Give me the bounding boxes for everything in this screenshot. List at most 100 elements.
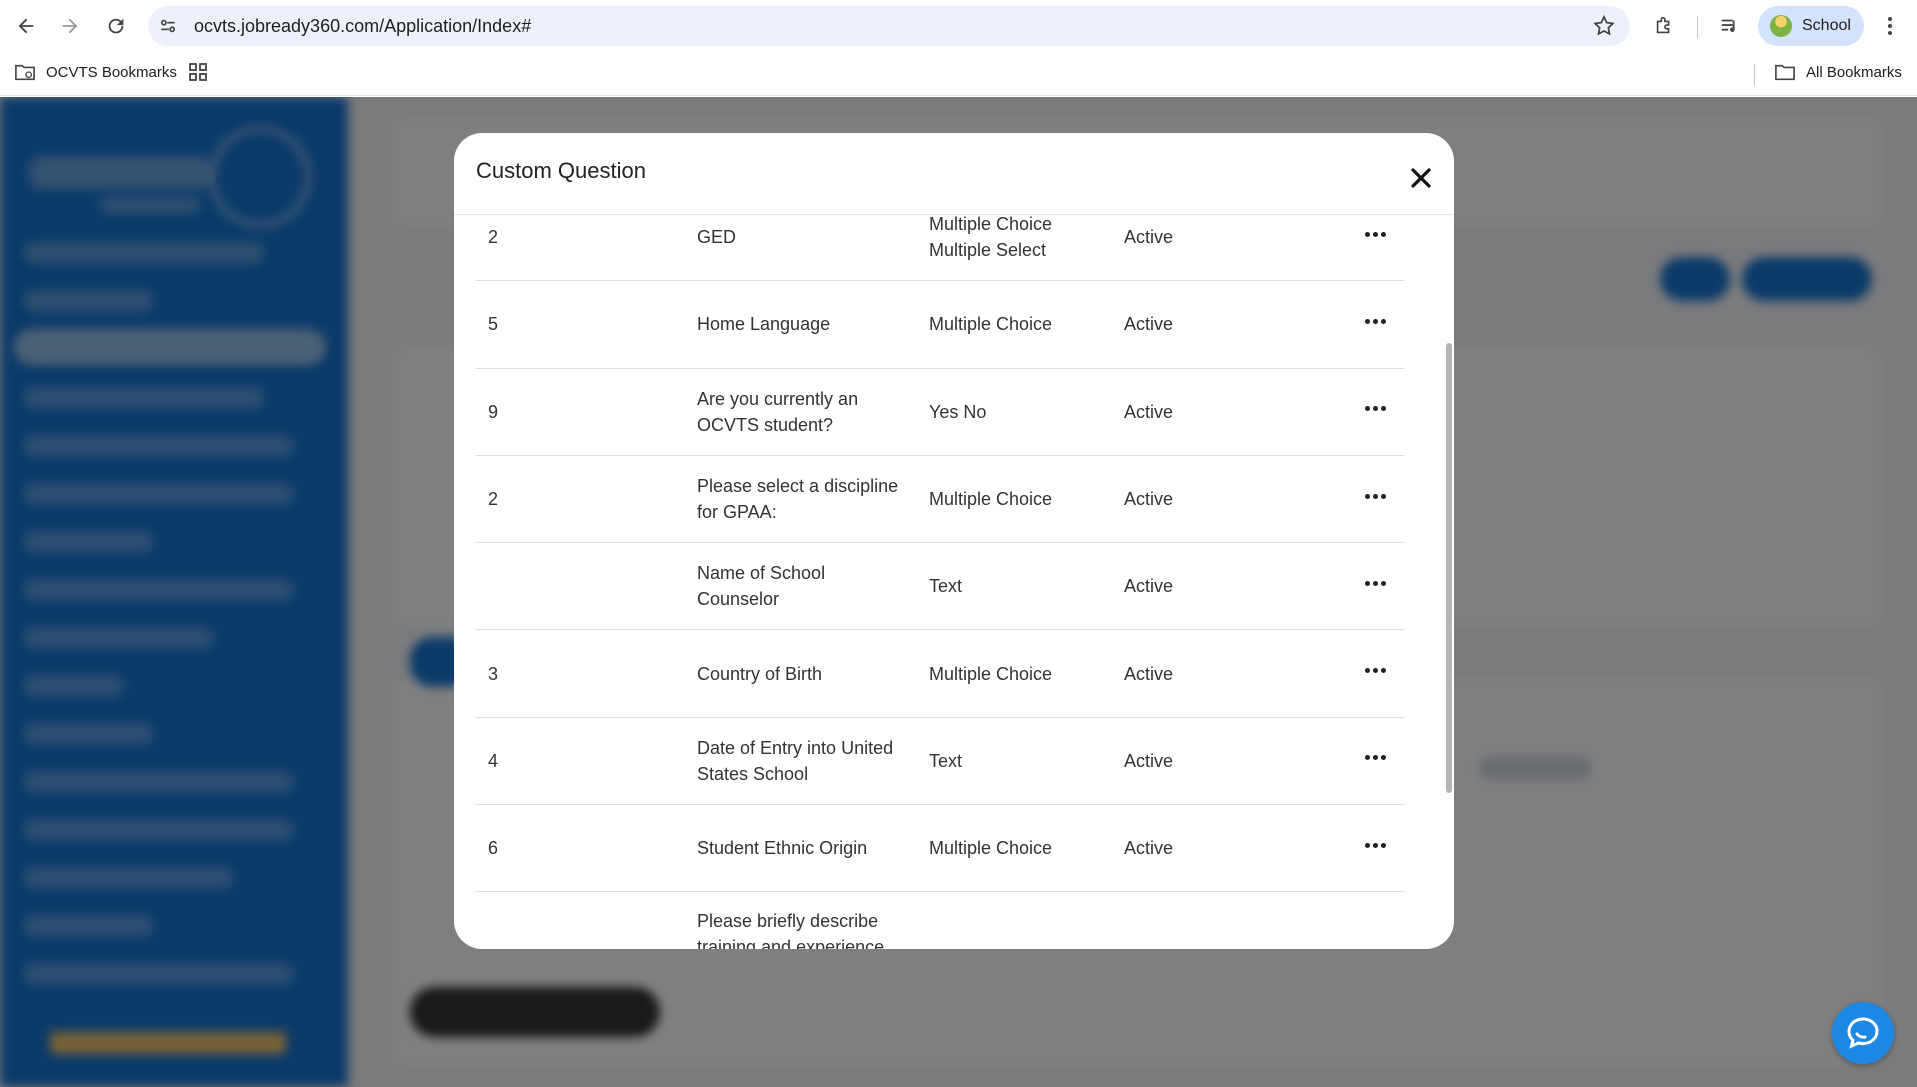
question-order: 9	[488, 401, 499, 422]
close-modal-button[interactable]	[1406, 163, 1436, 193]
question-type: Yes No	[929, 401, 987, 422]
row-actions-button[interactable]	[1355, 543, 1395, 629]
table-row: 6 Student Ethnic Origin Multiple Choice …	[475, 805, 1405, 893]
arrow-right-icon	[62, 18, 78, 34]
bookmark-ocvts-label: OCVTS Bookmarks	[46, 63, 177, 81]
question-status	[1124, 892, 1244, 949]
question-status: Active	[1124, 489, 1174, 510]
all-bookmarks[interactable]: All Bookmarks	[1774, 62, 1902, 82]
question-text: Home Language	[697, 314, 831, 335]
more-horizontal-icon	[1364, 318, 1386, 324]
row-actions-button[interactable]	[1355, 456, 1395, 542]
questions-table: 2 GED Multiple Choice Multiple Select Ac…	[475, 216, 1405, 949]
table-row: 2 Please select a discipline for GPAA: M…	[475, 456, 1405, 544]
chat-support-button[interactable]	[1832, 1002, 1894, 1064]
question-type: Multiple Choice Multiple Select	[929, 216, 1053, 261]
puzzle-icon	[1656, 16, 1670, 34]
table-row: 2 GED Multiple Choice Multiple Select Ac…	[475, 216, 1405, 282]
more-horizontal-icon	[1364, 668, 1386, 674]
question-text: Please select a discipline for GPAA:	[697, 476, 899, 523]
question-type: Multiple Choice	[929, 489, 1053, 510]
table-row: 9 Are you currently an OCVTS student? Ye…	[475, 369, 1405, 456]
question-text: Are you currently an OCVTS student?	[697, 388, 859, 435]
question-status: Active	[1124, 576, 1174, 597]
question-type: Multiple Choice	[929, 314, 1053, 335]
bookmarks-bar: OCVTS Bookmarks All Bookmarks	[0, 52, 1917, 96]
custom-question-modal: Custom Question 2 GED Multiple Choice Mu…	[454, 133, 1454, 949]
question-type: Text	[929, 576, 963, 597]
question-order: 4	[488, 750, 499, 771]
profile-name: School	[1802, 17, 1851, 34]
modal-title: Custom Question	[476, 158, 646, 183]
modal-header: Custom Question	[454, 133, 1454, 215]
bookmark-apps[interactable]	[188, 62, 218, 82]
question-order: 5	[488, 314, 499, 335]
question-status: Active	[1124, 663, 1174, 684]
close-icon	[1411, 168, 1431, 188]
profile-avatar	[1770, 15, 1792, 37]
question-status: Active	[1124, 838, 1174, 859]
table-row: 3 Country of Birth Multiple Choice Activ…	[475, 630, 1405, 718]
question-type: Multiple Choice	[929, 663, 1053, 684]
more-horizontal-icon	[1364, 755, 1386, 761]
question-text: Student Ethnic Origin	[697, 838, 868, 859]
row-actions-button[interactable]	[1355, 805, 1395, 891]
table-row: 4 Date of Entry into United States Schoo…	[475, 718, 1405, 806]
more-horizontal-icon	[1364, 842, 1386, 848]
row-actions-button[interactable]	[1355, 369, 1395, 455]
question-order	[488, 543, 638, 629]
modal-scrollbar[interactable]	[1446, 343, 1452, 793]
media-control-button[interactable]	[1716, 12, 1744, 40]
table-row: Name of School Counselor Text Active	[475, 543, 1405, 631]
questions-table-scroll[interactable]: 2 GED Multiple Choice Multiple Select Ac…	[454, 216, 1454, 949]
question-status: Active	[1124, 401, 1174, 422]
music-queue-icon	[1721, 19, 1735, 33]
folder-icon	[1775, 64, 1795, 81]
row-actions-button[interactable]	[1355, 281, 1395, 367]
browser-menu-button[interactable]	[1876, 12, 1904, 40]
arrow-left-icon	[18, 18, 34, 34]
question-order: 3	[488, 663, 499, 684]
question-text: GED	[697, 227, 737, 248]
question-text: Please briefly describe training and exp…	[697, 911, 885, 949]
all-bookmarks-label: All Bookmarks	[1806, 63, 1902, 81]
browser-toolbar: ocvts.jobready360.com/Application/Index#…	[0, 0, 1917, 52]
site-settings-icon[interactable]	[158, 16, 178, 36]
question-order: 2	[488, 227, 499, 248]
bookmark-star-icon[interactable]	[1592, 14, 1616, 38]
question-type: Text	[929, 750, 963, 771]
reload-button[interactable]	[100, 10, 132, 42]
profile-button[interactable]: School	[1758, 6, 1864, 46]
more-vertical-icon	[1888, 17, 1892, 35]
forward-button[interactable]	[54, 10, 86, 42]
more-horizontal-icon	[1364, 231, 1386, 237]
row-actions-button[interactable]	[1355, 216, 1395, 280]
question-status: Active	[1124, 227, 1174, 248]
address-bar[interactable]: ocvts.jobready360.com/Application/Index#	[148, 6, 1630, 46]
question-order	[488, 892, 638, 949]
question-status: Active	[1124, 750, 1174, 771]
row-actions-button[interactable]	[1355, 718, 1395, 804]
question-text: Name of School Counselor	[697, 563, 826, 610]
bookmark-folder-icon	[15, 64, 35, 81]
question-text: Date of Entry into United States School	[697, 737, 894, 784]
toolbar-divider	[1697, 16, 1698, 38]
table-row: Please briefly describe training and exp…	[475, 892, 1405, 949]
bookmarks-divider	[1754, 64, 1755, 86]
table-row: 5 Home Language Multiple Choice Active	[475, 281, 1405, 369]
question-order: 2	[488, 489, 499, 510]
row-actions-button[interactable]	[1355, 630, 1395, 716]
url-text[interactable]: ocvts.jobready360.com/Application/Index#	[194, 16, 531, 37]
more-horizontal-icon	[1364, 493, 1386, 499]
extensions-button[interactable]	[1650, 12, 1678, 40]
question-type: Multiple Choice	[929, 838, 1053, 859]
back-button[interactable]	[10, 10, 42, 42]
chat-bubble-icon	[1847, 1017, 1879, 1049]
question-text: Country of Birth	[697, 663, 823, 684]
more-horizontal-icon	[1364, 406, 1386, 412]
question-order: 6	[488, 838, 499, 859]
more-horizontal-icon	[1364, 580, 1386, 586]
bookmark-ocvts[interactable]: OCVTS Bookmarks	[14, 62, 177, 82]
question-type	[929, 892, 1109, 949]
apps-grid-icon	[189, 63, 207, 81]
